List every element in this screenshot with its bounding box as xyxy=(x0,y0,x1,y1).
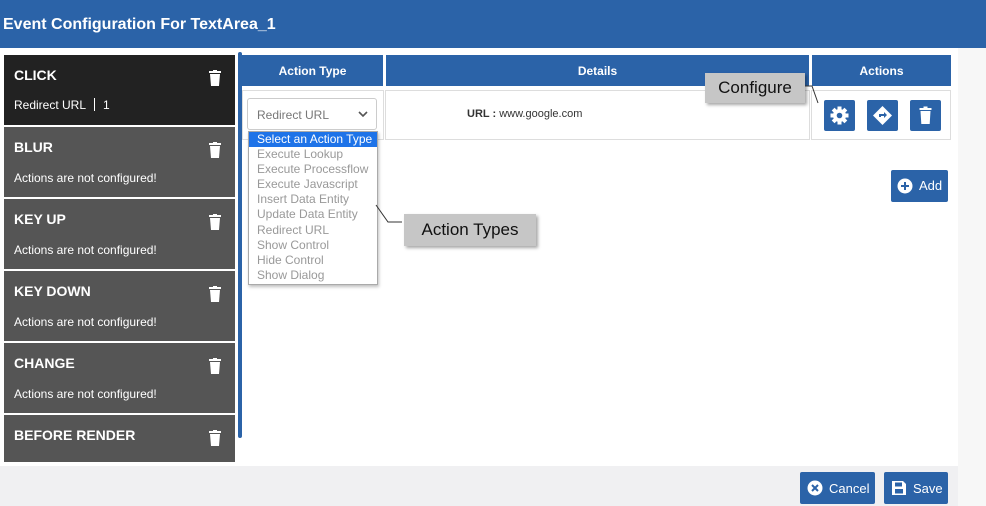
event-item-key-up[interactable]: KEY UP Actions are not configured! xyxy=(4,199,235,269)
configure-callout-text: Configure xyxy=(718,78,792,97)
chevron-down-icon xyxy=(358,111,368,118)
plus-circle-icon xyxy=(897,178,913,194)
event-name: BLUR xyxy=(14,139,53,155)
event-name: CHANGE xyxy=(14,355,75,371)
close-circle-icon xyxy=(807,480,823,496)
url-value: www.google.com xyxy=(499,108,583,120)
navigate-button[interactable] xyxy=(867,100,898,131)
trash-icon[interactable] xyxy=(209,70,221,86)
dropdown-option[interactable]: Insert Data Entity xyxy=(249,192,377,207)
event-status: Actions are not configured! xyxy=(14,315,157,329)
trash-icon[interactable] xyxy=(209,430,221,446)
trash-icon[interactable] xyxy=(209,358,221,374)
event-status: Actions are not configured! xyxy=(14,243,157,257)
dropdown-option[interactable]: Select an Action Type xyxy=(249,132,377,148)
configure-button[interactable] xyxy=(824,100,855,131)
add-button-label: Add xyxy=(919,178,943,193)
event-status: Redirect URL 1 xyxy=(14,98,110,112)
event-item-change[interactable]: CHANGE Actions are not configured! xyxy=(4,343,235,413)
action-type-select[interactable]: Redirect URL xyxy=(247,98,377,130)
event-status: Actions are not configured! xyxy=(14,387,157,401)
add-button[interactable]: Add xyxy=(891,170,948,202)
action-types-callout-text: Action Types xyxy=(421,220,519,239)
save-button-label: Save xyxy=(913,481,943,496)
trash-icon[interactable] xyxy=(209,142,221,158)
event-name: KEY DOWN xyxy=(14,283,91,299)
column-header-actions: Actions xyxy=(812,55,951,86)
event-item-click[interactable]: CLICK Redirect URL 1 xyxy=(4,55,235,125)
dropdown-option[interactable]: Show Dialog xyxy=(249,268,377,283)
separator xyxy=(94,98,96,111)
action-type-selected-value: Redirect URL xyxy=(257,108,330,122)
dropdown-option[interactable]: Show Control xyxy=(249,238,377,253)
event-status: Actions are not configured! xyxy=(14,171,157,185)
event-action-count: 1 xyxy=(103,98,110,112)
action-types-callout: Action Types xyxy=(404,214,536,246)
save-button[interactable]: Save xyxy=(884,472,948,504)
dropdown-option[interactable]: Update Data Entity xyxy=(249,207,377,222)
configure-callout: Configure xyxy=(705,73,805,103)
trash-icon[interactable] xyxy=(209,286,221,302)
dropdown-option[interactable]: Redirect URL xyxy=(249,223,377,238)
column-header-action-type: Action Type xyxy=(242,55,383,86)
dialog-right-margin xyxy=(958,48,986,506)
trash-icon xyxy=(919,106,932,124)
floppy-disk-icon xyxy=(892,481,906,495)
event-name: KEY UP xyxy=(14,211,66,227)
dropdown-option[interactable]: Execute Processflow xyxy=(249,162,377,177)
url-detail: URL : www.google.com xyxy=(467,108,582,120)
dialog-titlebar: Event Configuration For TextArea_1 xyxy=(0,0,986,48)
cancel-button[interactable]: Cancel xyxy=(800,472,875,504)
action-type-dropdown[interactable]: Select an Action Type Execute Lookup Exe… xyxy=(248,131,378,285)
dropdown-option[interactable]: Execute Lookup xyxy=(249,147,377,162)
delete-action-button[interactable] xyxy=(910,100,941,131)
event-name: BEFORE RENDER xyxy=(14,427,136,443)
event-item-key-down[interactable]: KEY DOWN Actions are not configured! xyxy=(4,271,235,341)
trash-icon[interactable] xyxy=(209,214,221,230)
event-item-before-render[interactable]: BEFORE RENDER xyxy=(4,415,235,462)
event-action-type: Redirect URL xyxy=(14,98,87,112)
event-item-blur[interactable]: BLUR Actions are not configured! xyxy=(4,127,235,197)
dropdown-option[interactable]: Execute Javascript xyxy=(249,177,377,192)
cancel-button-label: Cancel xyxy=(829,481,870,496)
dropdown-option[interactable]: Hide Control xyxy=(249,253,377,268)
gear-icon xyxy=(830,106,849,125)
diamond-arrow-icon xyxy=(873,106,892,125)
url-label: URL : xyxy=(467,108,497,120)
event-name: CLICK xyxy=(14,67,57,83)
dialog-title: Event Configuration For TextArea_1 xyxy=(3,16,276,33)
